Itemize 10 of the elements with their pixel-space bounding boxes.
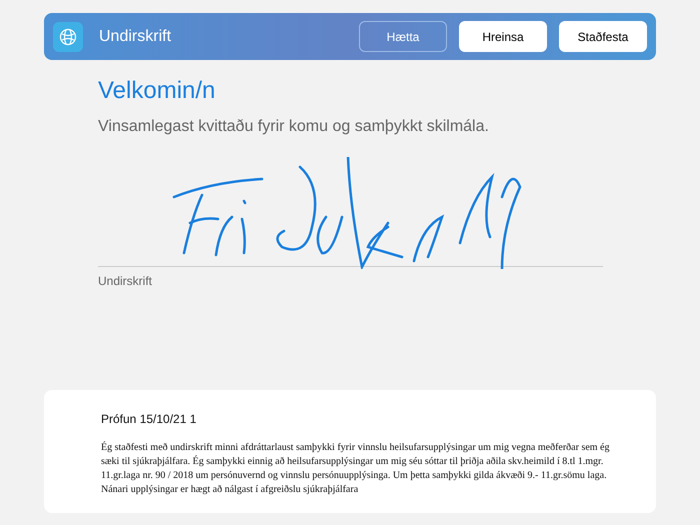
app-logo-icon: [53, 22, 83, 52]
signature-label: Undirskrift: [98, 273, 154, 290]
terms-title: Prófun 15/10/21 1: [101, 411, 198, 428]
terms-text: Ég staðfesti með undirskrift minni afdráttarlaust samþykki fyrir vinnslu heilsufarsupplýsingar um mig vegna meðferðar sem ég sæki til sjúkraþjálfara. Ég samþykki einnig að heilsufarsupplýsingar um mig séu sóttar til þriðja aðila skv.heimild í 8.tl 1.mgr. 11.gr.laga nr. 90 / 2018 um persónuvernd og vinnslu persónuupplýsinga. Um þetta samþykki gilda ákvæði 9.- 11.gr.sömu laga. Nánari upplýsingar er hægt að nálgast í afgreiðslu sjúkraþjálfara: [101, 441, 610, 497]
header-button[interactable]: Hætta: [359, 21, 447, 52]
header-button[interactable]: Staðfesta: [559, 21, 647, 52]
welcome-heading: Velkomin/n: [98, 76, 216, 106]
header-button[interactable]: Hreinsa: [459, 21, 547, 52]
header-title: Undirskrift: [99, 26, 172, 46]
instruction-text: Vinsamlegast kvittaðu fyrir komu og samþykkt skilmála.: [98, 117, 490, 137]
